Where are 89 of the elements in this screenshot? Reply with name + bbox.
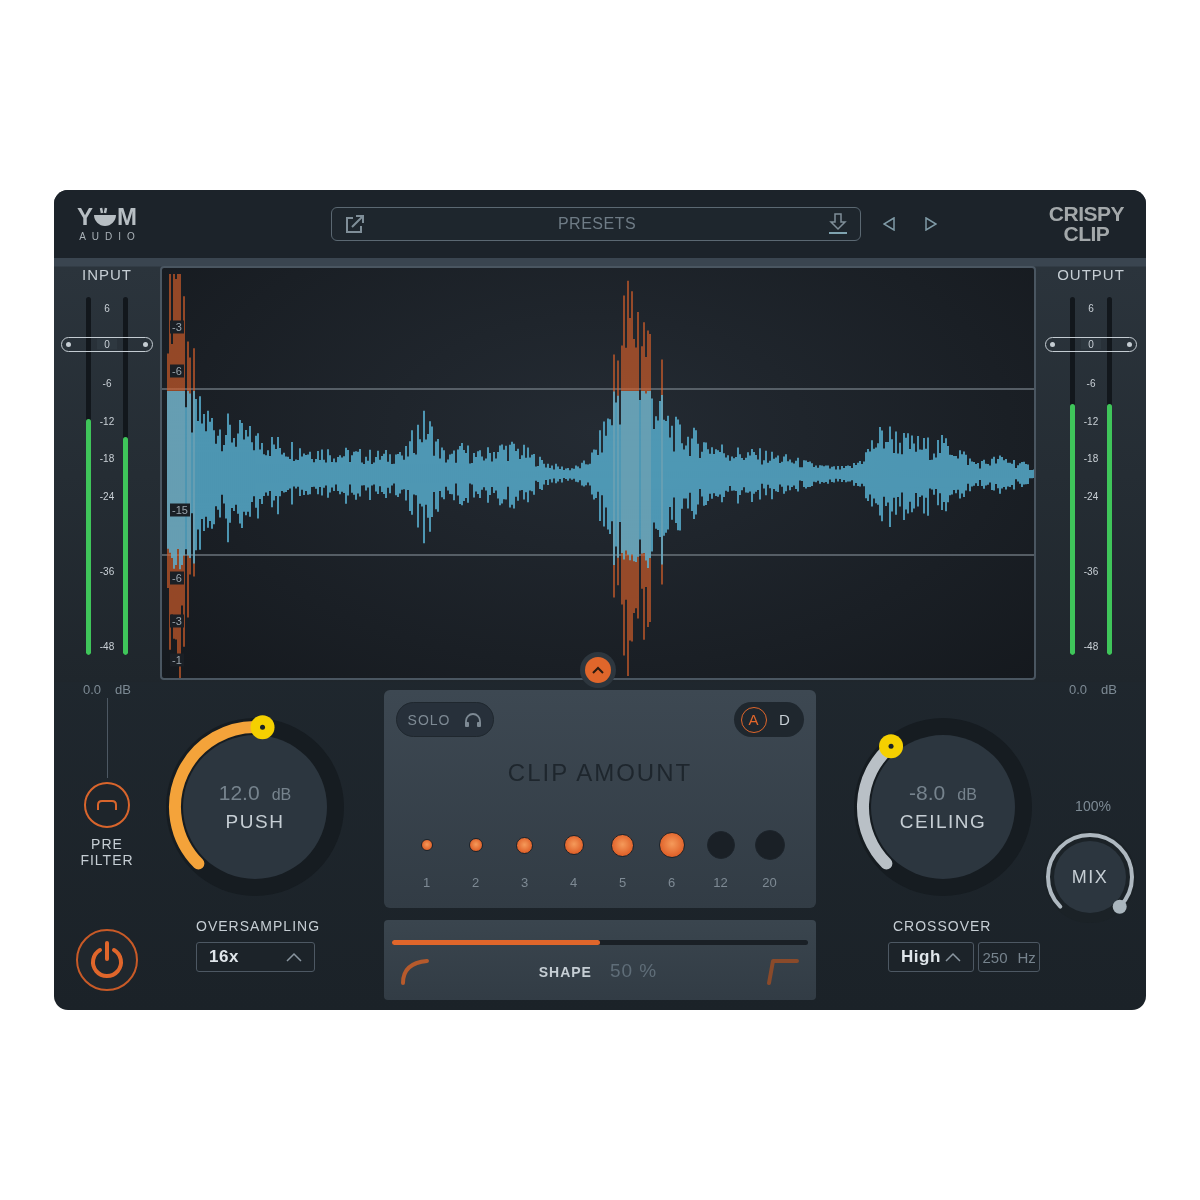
oversampling-dropdown[interactable]: 16x [196, 942, 315, 972]
logo-letter: M [117, 206, 137, 228]
knob-handle[interactable] [1112, 899, 1127, 914]
clip-step[interactable]: 3 [500, 829, 549, 890]
shape-slider[interactable] [392, 940, 808, 945]
knob-label: PUSH [225, 811, 285, 833]
step-label: 2 [471, 875, 480, 890]
clip-step[interactable]: 5 [598, 829, 647, 890]
scale-label: -3 [170, 614, 184, 628]
mode-button[interactable]: D [771, 706, 798, 733]
clip-step[interactable]: 6 [647, 829, 696, 890]
logo-subtitle: AUDIO [78, 231, 141, 242]
scale-label: -12 [98, 415, 116, 426]
scale-label: 0 [1081, 338, 1101, 350]
pre-filter-label: PRE FILTER [79, 836, 135, 868]
clip-step[interactable]: 1 [402, 829, 451, 890]
scale-label: 6 [103, 302, 111, 314]
scale-label: -6 [170, 364, 184, 377]
scale-label: -12 [1082, 415, 1100, 426]
knob-label: MIX [1071, 866, 1109, 888]
scale-label: -1 [170, 653, 184, 667]
scale-label: -6 [101, 377, 113, 389]
scale-label: -18 [98, 452, 116, 464]
scale-label: -3 [170, 320, 184, 334]
unit-label: dB [115, 682, 131, 698]
oversampling-label: OVERSAMPLING [196, 918, 322, 934]
shape-label: SHAPE [538, 964, 592, 980]
meter-label: OUTPUT [1057, 266, 1125, 283]
knob-value: -8.0 [909, 781, 946, 805]
scale-label: 6 [1087, 302, 1095, 314]
knob-handle[interactable] [879, 734, 904, 759]
scale-label: 0 [97, 338, 117, 350]
soft-curve-icon [400, 957, 430, 985]
knob-label: CEILING [899, 811, 987, 833]
solo-button[interactable]: SOLO [396, 702, 494, 737]
meter-label: INPUT [82, 266, 132, 283]
chevron-up-icon [945, 952, 962, 962]
step-label: 12 [713, 875, 728, 890]
scale-label: -18 [1082, 452, 1100, 464]
hard-curve-icon [766, 957, 800, 985]
clip-step[interactable]: 12 [696, 829, 745, 890]
logo-letter: Y [77, 206, 93, 228]
step-label: 1 [422, 875, 431, 890]
frequency-value: 250 [982, 948, 1008, 966]
mix-reading: 100% [1075, 798, 1111, 814]
step-label: 20 [762, 875, 777, 890]
knob-handle[interactable] [250, 715, 275, 740]
scale-label: -36 [1082, 565, 1100, 577]
scale-label: -6 [1085, 377, 1097, 389]
level-readout: 0.0 [1069, 682, 1088, 698]
step-label: 3 [520, 875, 529, 890]
export-icon[interactable] [344, 214, 366, 234]
scale-label: -6 [170, 571, 184, 585]
presets-field[interactable]: PRESETS [331, 207, 861, 241]
triangle-right-icon [925, 217, 937, 231]
triangle-left-icon [883, 217, 895, 231]
pre-filter-button[interactable] [84, 782, 130, 828]
push-knob[interactable]: 12.0 dB PUSH [163, 715, 347, 899]
filter-curve-icon [96, 799, 118, 811]
clip-step[interactable]: 2 [451, 829, 500, 890]
crossover-dropdown[interactable]: High [888, 942, 975, 972]
bowl-icon [93, 207, 117, 227]
product-logo: CLIP [1063, 224, 1110, 244]
ceiling-knob[interactable]: -8.0 dB CEILING [851, 715, 1035, 899]
scale-label: -24 [1082, 490, 1100, 502]
unit-label: dB [1101, 682, 1117, 698]
scale-label: -36 [98, 565, 116, 577]
frequency-field[interactable]: 250 Hz [978, 942, 1040, 972]
unit-label: dB [271, 786, 292, 804]
step-label: 5 [618, 875, 627, 890]
knob-value: 12.0 [218, 781, 260, 805]
presets-label: PRESETS [557, 215, 637, 233]
product-logo: CRISPY [1048, 204, 1124, 224]
unit-label: Hz [1017, 948, 1036, 966]
scale-label: -48 [98, 640, 116, 652]
scale-label: -15 [170, 503, 190, 517]
scale-label: -48 [1082, 640, 1100, 652]
chevron-up-icon [592, 666, 604, 674]
step-label: 4 [569, 875, 578, 890]
headphones-icon [464, 711, 483, 728]
download-icon[interactable] [828, 213, 848, 235]
scale-label: -24 [98, 490, 116, 502]
clip-step[interactable]: 20 [745, 829, 794, 890]
chevron-up-icon [286, 952, 302, 962]
crossover-label: CROSSOVER [893, 918, 993, 934]
clip-step[interactable]: 4 [549, 829, 598, 890]
level-readout: 0.0 [83, 682, 102, 698]
unit-label: dB [957, 786, 977, 804]
step-label: 6 [667, 875, 676, 890]
